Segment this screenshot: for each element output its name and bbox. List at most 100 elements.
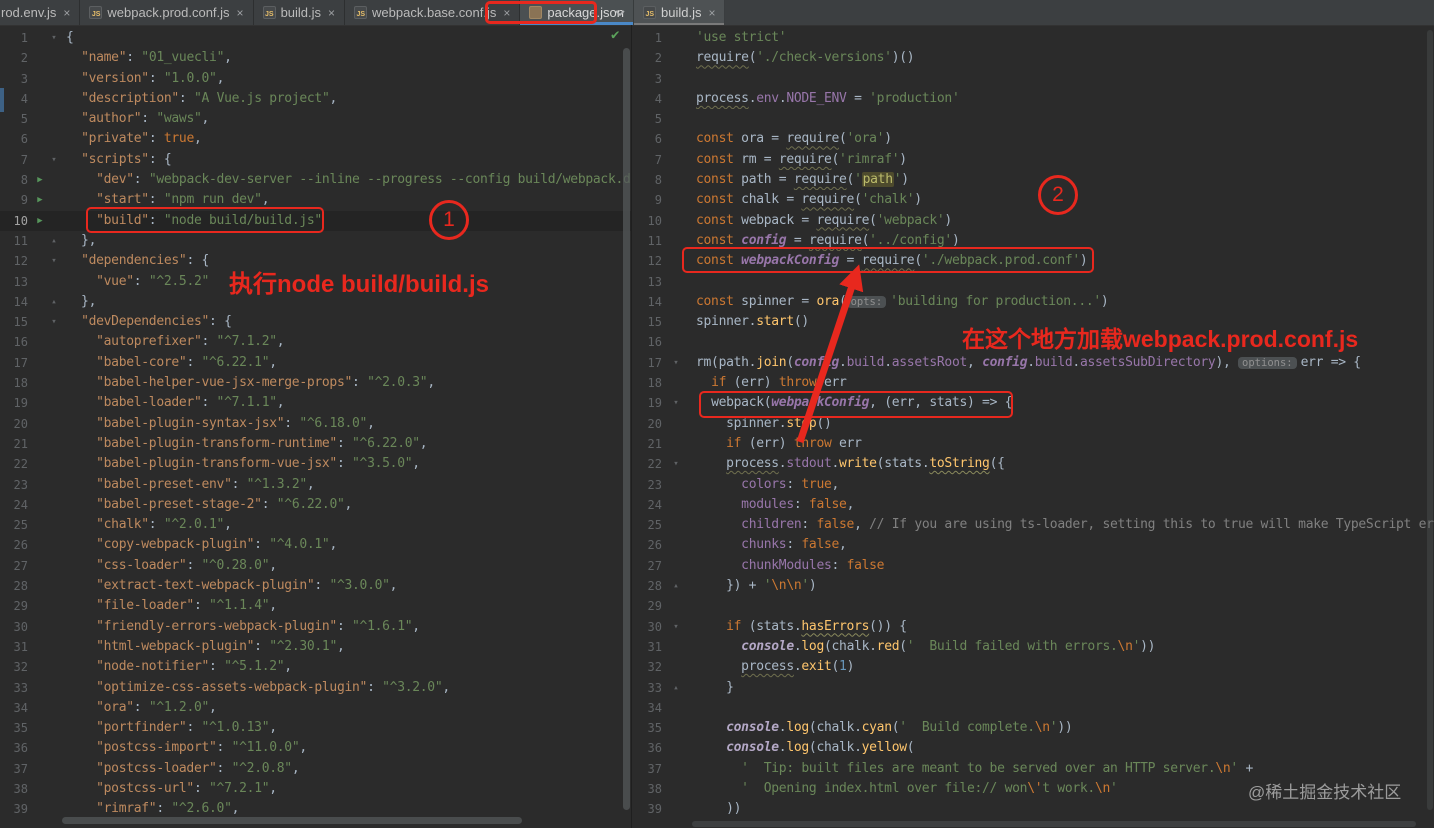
code-line[interactable]: 8 const path = require('path') (632, 170, 1434, 190)
code-line[interactable]: 6 "private": true, (0, 129, 631, 149)
close-icon[interactable]: × (63, 6, 70, 20)
code-line[interactable]: 34 "ora": "^1.2.0", (0, 698, 631, 718)
code-line[interactable]: 25 children: false, // If you are using … (632, 515, 1434, 535)
code-line[interactable]: 10 ▶ "build": "node build/build.js" (0, 210, 631, 231)
fold-marker-icon[interactable]: ▾ (48, 28, 60, 48)
fold-marker-icon[interactable]: ▴ (48, 231, 60, 251)
code-line[interactable]: 31 "html-webpack-plugin": "^2.30.1", (0, 637, 631, 657)
code-line[interactable]: 5 "author": "waws", (0, 109, 631, 129)
code-line[interactable]: 6 const ora = require('ora') (632, 129, 1434, 149)
fold-marker-icon[interactable]: ▴ (668, 576, 684, 596)
code-line[interactable]: 21 "babel-plugin-transform-runtime": "^6… (0, 434, 631, 454)
code-line[interactable]: 12 ▾ "dependencies": { (0, 251, 631, 271)
tab-build-js[interactable]: JS build.js × (254, 0, 346, 25)
code-line[interactable]: 4 process.env.NODE_ENV = 'production' (632, 89, 1434, 109)
fold-marker-icon[interactable]: ▴ (48, 292, 60, 312)
code-line[interactable]: 14 ▴ }, (0, 292, 631, 312)
fold-marker-icon[interactable]: ▾ (48, 251, 60, 271)
fold-marker-icon[interactable]: ▾ (668, 617, 684, 637)
code-line[interactable]: 20 "babel-plugin-syntax-jsx": "^6.18.0", (0, 414, 631, 434)
right-horizontal-scrollbar[interactable] (692, 821, 1416, 827)
close-icon[interactable]: × (328, 6, 335, 20)
code-line[interactable]: 9 ▶ "start": "npm run dev", (0, 190, 631, 210)
code-line[interactable]: 24 "babel-preset-stage-2": "^6.22.0", (0, 495, 631, 515)
code-line[interactable]: 9 const chalk = require('chalk') (632, 190, 1434, 210)
code-line[interactable]: 28 "extract-text-webpack-plugin": "^3.0.… (0, 576, 631, 596)
code-line[interactable]: 11 const config = require('../config') (632, 231, 1434, 251)
code-line[interactable]: 35 "portfinder": "^1.0.13", (0, 718, 631, 738)
code-line[interactable]: 30 ▾ if (stats.hasErrors()) { (632, 617, 1434, 637)
code-line[interactable]: 11 ▴ }, (0, 231, 631, 251)
code-line[interactable]: 36 console.log(chalk.yellow( (632, 738, 1434, 758)
code-line[interactable]: 13 (632, 272, 1434, 292)
code-line[interactable]: 37 "postcss-loader": "^2.0.8", (0, 759, 631, 779)
tab-rod-env-js[interactable]: rod.env.js × (0, 0, 81, 25)
right-vertical-scrollbar[interactable] (1427, 30, 1433, 810)
code-line[interactable]: 18 "babel-helper-vue-jsx-merge-props": "… (0, 373, 631, 393)
code-line[interactable]: 1 'use strict' (632, 28, 1434, 48)
code-line[interactable]: 19 ▾ webpack(webpackConfig, (err, stats) … (632, 393, 1434, 413)
close-icon[interactable]: × (503, 6, 510, 20)
code-line[interactable]: 5 (632, 109, 1434, 129)
code-line[interactable]: 17 "babel-core": "^6.22.1", (0, 353, 631, 373)
code-line[interactable]: 7 const rm = require('rimraf') (632, 150, 1434, 170)
code-line[interactable]: 22 "babel-plugin-transform-vue-jsx": "^3… (0, 454, 631, 474)
left-horizontal-scrollbar[interactable] (62, 817, 522, 824)
code-line[interactable]: 1 ▾ { (0, 28, 631, 48)
fold-marker-icon[interactable]: ▾ (668, 393, 684, 413)
fold-marker-icon[interactable]: ▾ (668, 454, 684, 474)
code-line[interactable]: 17 ▾ rm(path.join(config.build.assetsRoot,… (632, 353, 1434, 373)
code-line[interactable]: 14 const spinner = ora(opts:'building for… (632, 292, 1434, 312)
left-vertical-scrollbar[interactable] (623, 48, 630, 810)
code-line[interactable]: 15 ▾ "devDependencies": { (0, 312, 631, 332)
code-line[interactable]: 8 ▶ "dev": "webpack-dev-server --inline -… (0, 170, 631, 190)
code-line[interactable]: 4 "description": "A Vue.js project", (0, 89, 631, 109)
code-line[interactable]: 3 (632, 69, 1434, 89)
code-line[interactable]: 28 ▴ }) + '\n\n') (632, 576, 1434, 596)
code-line[interactable]: 7 ▾ "scripts": { (0, 150, 631, 170)
code-line[interactable]: 12 const webpackConfig = require('./webpa… (632, 251, 1434, 271)
code-line[interactable]: 34 (632, 698, 1434, 718)
code-line[interactable]: 33 "optimize-css-assets-webpack-plugin":… (0, 678, 631, 698)
code-line[interactable]: 33 ▴ } (632, 678, 1434, 698)
code-line[interactable]: 15 spinner.start() (632, 312, 1434, 332)
code-line[interactable]: 3 "version": "1.0.0", (0, 69, 631, 89)
code-line[interactable]: 26 "copy-webpack-plugin": "^4.0.1", (0, 535, 631, 555)
editor-left-package-json[interactable]: 1 ▾{2 "name": "01_vuecli", 3 "version": "1… (0, 25, 632, 828)
code-line[interactable]: 25 "chalk": "^2.0.1", (0, 515, 631, 535)
code-line[interactable]: 23 "babel-preset-env": "^1.3.2", (0, 475, 631, 495)
code-line[interactable]: 32 process.exit(1) (632, 657, 1434, 677)
code-line[interactable]: 37 ' Tip: built files are meant to be se… (632, 759, 1434, 779)
code-line[interactable]: 20 spinner.stop() (632, 414, 1434, 434)
editor-right-build-js[interactable]: 1 'use strict' 2 require('./check-versions'… (632, 25, 1434, 828)
tab-webpack-base-conf-js[interactable]: JS webpack.base.conf.js × (345, 0, 521, 25)
code-line[interactable]: 24 modules: false, (632, 495, 1434, 515)
code-line[interactable]: 31 console.log(chalk.red(' Build failed … (632, 637, 1434, 657)
code-line[interactable]: 23 colors: true, (632, 475, 1434, 495)
code-line[interactable]: 19 "babel-loader": "^7.1.1", (0, 393, 631, 413)
code-line[interactable]: 21 if (err) throw err (632, 434, 1434, 454)
code-line[interactable]: 18 if (err) throw err (632, 373, 1434, 393)
close-icon[interactable]: × (708, 6, 715, 20)
chevron-down-icon[interactable] (612, 5, 628, 21)
code-line[interactable]: 30 "friendly-errors-webpack-plugin": "^1… (0, 617, 631, 637)
fold-marker-icon[interactable]: ▾ (48, 150, 60, 170)
code-line[interactable]: 16 (632, 332, 1434, 352)
code-line[interactable]: 27 "css-loader": "^0.28.0", (0, 556, 631, 576)
code-line[interactable]: 29 (632, 596, 1434, 616)
code-line[interactable]: 35 console.log(chalk.cyan(' Build comple… (632, 718, 1434, 738)
code-line[interactable]: 32 "node-notifier": "^5.1.2", (0, 657, 631, 677)
code-line[interactable]: 13 "vue": "^2.5.2" (0, 272, 631, 292)
close-icon[interactable]: × (237, 6, 244, 20)
code-line[interactable]: 22 ▾ process.stdout.write(stats.toString(… (632, 454, 1434, 474)
code-line[interactable]: 16 "autoprefixer": "^7.1.2", (0, 332, 631, 352)
code-line[interactable]: 27 chunkModules: false (632, 556, 1434, 576)
fold-marker-icon[interactable]: ▴ (668, 678, 684, 698)
code-line[interactable]: 38 "postcss-url": "^7.2.1", (0, 779, 631, 799)
tab-build-js[interactable]: JS build.js × (634, 0, 726, 25)
run-script-icon[interactable]: ▶ (32, 190, 48, 210)
code-line[interactable]: 29 "file-loader": "^1.1.4", (0, 596, 631, 616)
tab-webpack-prod-conf-js[interactable]: JS webpack.prod.conf.js × (80, 0, 254, 25)
fold-marker-icon[interactable]: ▾ (668, 353, 684, 373)
code-line[interactable]: 2 require('./check-versions')() (632, 48, 1434, 68)
